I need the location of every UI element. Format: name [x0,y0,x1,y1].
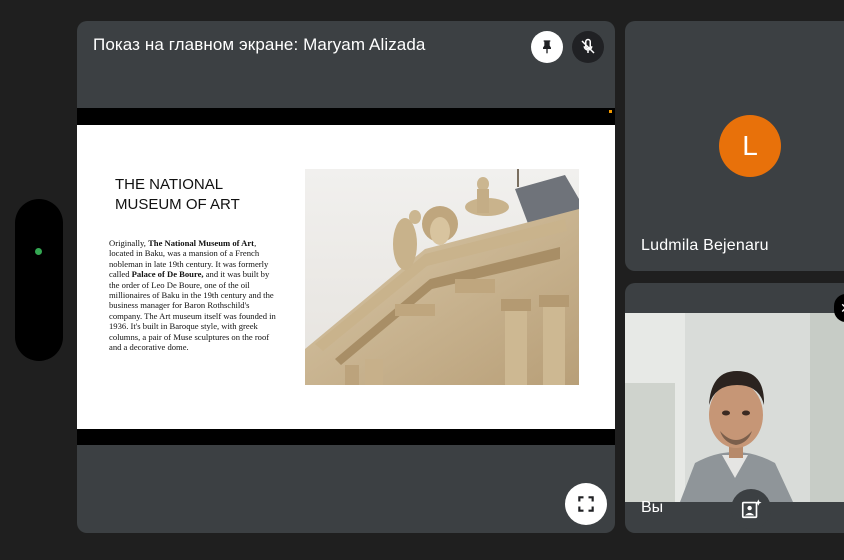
participant-tile[interactable]: L Ludmila Bejenaru [625,21,844,271]
museum-facade-photo [305,169,579,385]
self-view-tile[interactable]: Вы [625,283,844,533]
visual-effects-button[interactable] [731,489,771,529]
side-panel-rail[interactable] [15,199,63,361]
mic-off-icon [581,38,595,54]
slide-text-part: and it was built by the order of Leo De … [109,269,276,353]
visual-effects-icon [741,499,762,519]
self-camera-video [625,313,844,502]
fullscreen-icon [578,496,594,512]
presentation-title: Показ на главном экране: Maryam Alizada [93,35,426,54]
fullscreen-button[interactable] [565,483,607,525]
slide-title-line-1: THE NATIONAL [115,176,224,193]
pin-icon [543,40,551,54]
slide-title: THE NATIONAL MUSEUM OF ART [115,175,295,215]
slide-text-part: Originally, [109,238,149,248]
slide-title-line-2: MUSEUM OF ART [115,196,240,213]
self-label: Вы [641,499,664,516]
slide-text-bold: The National Museum of Art [148,238,255,248]
shared-slide: THE NATIONAL MUSEUM OF ART Originally, T… [77,125,615,429]
avatar: L [719,115,781,177]
cursor-marker [609,110,612,113]
pin-button[interactable] [531,31,563,63]
status-dot-icon [35,248,42,255]
slide-body-text: Originally, The National Museum of Art, … [109,238,281,352]
presentation-tile[interactable]: Показ на главном экране: Maryam Alizada … [77,21,615,533]
participant-name: Ludmila Bejenaru [641,237,769,254]
mic-muted-indicator [572,31,604,63]
meet-stage: Показ на главном экране: Maryam Alizada … [0,0,844,560]
slide-text-bold: Palace of De Boure, [131,269,204,280]
